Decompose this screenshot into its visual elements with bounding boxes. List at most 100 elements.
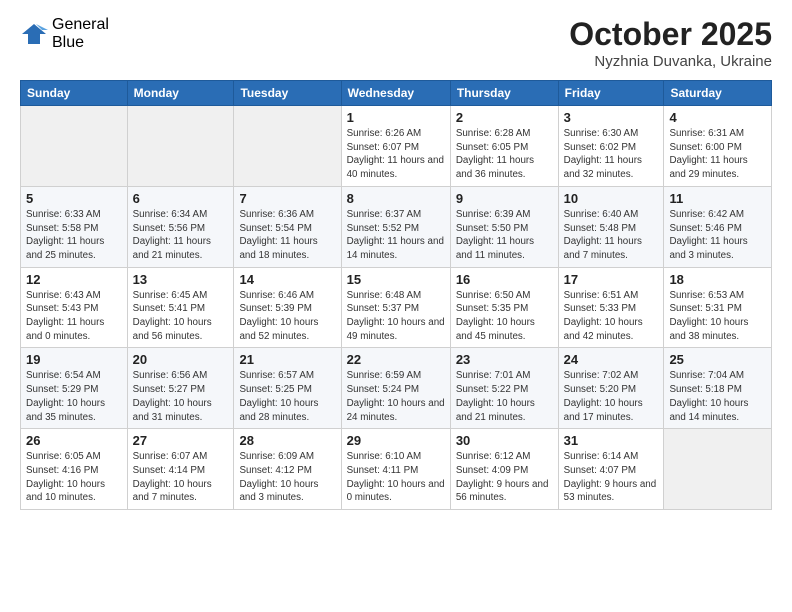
- cell-day-number: 22: [347, 352, 445, 367]
- cell-info: Sunrise: 6:30 AM Sunset: 6:02 PM Dayligh…: [564, 127, 659, 182]
- calendar-week-2: 5Sunrise: 6:33 AM Sunset: 5:58 PM Daylig…: [21, 186, 772, 267]
- table-row: 25Sunrise: 7:04 AM Sunset: 5:18 PM Dayli…: [664, 348, 772, 429]
- table-row: 27Sunrise: 6:07 AM Sunset: 4:14 PM Dayli…: [127, 429, 234, 510]
- cell-day-number: 16: [456, 272, 553, 287]
- cell-day-number: 9: [456, 191, 553, 206]
- calendar-header-row: Sunday Monday Tuesday Wednesday Thursday…: [21, 81, 772, 106]
- table-row: 14 Sunrise: 6:46 AM Sunset: 5:39 PM Dayli…: [234, 267, 341, 348]
- cell-info: Sunrise: 6:40 AM Sunset: 5:48 PM Dayligh…: [564, 208, 659, 263]
- title-area: October 2025 Nyzhnia Duvanka, Ukraine: [569, 16, 772, 70]
- table-row: 29Sunrise: 6:10 AM Sunset: 4:11 PM Dayli…: [341, 429, 450, 510]
- table-row: 15 Sunrise: 6:48 AM Sunset: 5:37 PM Dayli…: [341, 267, 450, 348]
- cell-day-number: 21: [239, 352, 335, 367]
- cell-info: Sunrise: 6:12 AM Sunset: 4:09 PM Dayligh…: [456, 450, 553, 505]
- table-row: 3 Sunrise: 6:30 AM Sunset: 6:02 PM Daylig…: [558, 106, 664, 187]
- cell-day-number: 2: [456, 110, 553, 125]
- table-row: 21 Sunrise: 6:57 AM Sunset: 5:25 PM Dayli…: [234, 348, 341, 429]
- logo-general: General: [52, 16, 109, 34]
- cell-info: Sunrise: 6:57 AM Sunset: 5:25 PM Dayligh…: [239, 369, 335, 424]
- cell-info: Sunrise: 6:10 AM Sunset: 4:11 PM Dayligh…: [347, 450, 445, 505]
- cell-day-number: 7: [239, 191, 335, 206]
- cell-day-number: 31: [564, 433, 659, 448]
- table-row: 11Sunrise: 6:42 AM Sunset: 5:46 PM Dayli…: [664, 186, 772, 267]
- cell-info: Sunrise: 6:50 AM Sunset: 5:35 PM Dayligh…: [456, 289, 553, 344]
- cell-day-number: 26: [26, 433, 122, 448]
- table-row: 31 Sunrise: 6:14 AM Sunset: 4:07 PM Dayli…: [558, 429, 664, 510]
- col-wednesday: Wednesday: [341, 81, 450, 106]
- table-row: 26Sunrise: 6:05 AM Sunset: 4:16 PM Dayli…: [21, 429, 128, 510]
- logo-blue: Blue: [52, 34, 109, 52]
- table-row: 9 Sunrise: 6:39 AM Sunset: 5:50 PM Daylig…: [450, 186, 558, 267]
- cell-day-number: 6: [133, 191, 229, 206]
- cell-info: Sunrise: 6:34 AM Sunset: 5:56 PM Dayligh…: [133, 208, 229, 263]
- table-row: 23 Sunrise: 7:01 AM Sunset: 5:22 PM Dayli…: [450, 348, 558, 429]
- table-row: 16 Sunrise: 6:50 AM Sunset: 5:35 PM Dayli…: [450, 267, 558, 348]
- table-row: 12 Sunrise: 6:43 AM Sunset: 5:43 PM Dayli…: [21, 267, 128, 348]
- table-row: 10Sunrise: 6:40 AM Sunset: 5:48 PM Dayli…: [558, 186, 664, 267]
- calendar-week-4: 19Sunrise: 6:54 AM Sunset: 5:29 PM Dayli…: [21, 348, 772, 429]
- cell-day-number: 12: [26, 272, 122, 287]
- cell-info: Sunrise: 6:39 AM Sunset: 5:50 PM Dayligh…: [456, 208, 553, 263]
- table-row: [127, 106, 234, 187]
- cell-info: Sunrise: 6:59 AM Sunset: 5:24 PM Dayligh…: [347, 369, 445, 424]
- col-friday: Friday: [558, 81, 664, 106]
- cell-day-number: 18: [669, 272, 766, 287]
- cell-day-number: 23: [456, 352, 553, 367]
- cell-info: Sunrise: 6:48 AM Sunset: 5:37 PM Dayligh…: [347, 289, 445, 344]
- cell-info: Sunrise: 7:02 AM Sunset: 5:20 PM Dayligh…: [564, 369, 659, 424]
- cell-info: Sunrise: 6:07 AM Sunset: 4:14 PM Dayligh…: [133, 450, 229, 505]
- cell-info: Sunrise: 6:28 AM Sunset: 6:05 PM Dayligh…: [456, 127, 553, 182]
- cell-day-number: 24: [564, 352, 659, 367]
- table-row: 6 Sunrise: 6:34 AM Sunset: 5:56 PM Daylig…: [127, 186, 234, 267]
- cell-info: Sunrise: 6:31 AM Sunset: 6:00 PM Dayligh…: [669, 127, 766, 182]
- cell-day-number: 13: [133, 272, 229, 287]
- table-row: 1Sunrise: 6:26 AM Sunset: 6:07 PM Daylig…: [341, 106, 450, 187]
- table-row: 4 Sunrise: 6:31 AM Sunset: 6:00 PM Daylig…: [664, 106, 772, 187]
- calendar-week-1: 1Sunrise: 6:26 AM Sunset: 6:07 PM Daylig…: [21, 106, 772, 187]
- table-row: 7Sunrise: 6:36 AM Sunset: 5:54 PM Daylig…: [234, 186, 341, 267]
- location: Nyzhnia Duvanka, Ukraine: [569, 53, 772, 70]
- calendar-week-5: 26Sunrise: 6:05 AM Sunset: 4:16 PM Dayli…: [21, 429, 772, 510]
- cell-info: Sunrise: 6:53 AM Sunset: 5:31 PM Dayligh…: [669, 289, 766, 344]
- cell-info: Sunrise: 6:37 AM Sunset: 5:52 PM Dayligh…: [347, 208, 445, 263]
- cell-day-number: 20: [133, 352, 229, 367]
- calendar-table: Sunday Monday Tuesday Wednesday Thursday…: [20, 80, 772, 510]
- table-row: 17Sunrise: 6:51 AM Sunset: 5:33 PM Dayli…: [558, 267, 664, 348]
- logo-text: General Blue: [52, 16, 109, 51]
- table-row: 22 Sunrise: 6:59 AM Sunset: 5:24 PM Dayli…: [341, 348, 450, 429]
- cell-day-number: 17: [564, 272, 659, 287]
- cell-info: Sunrise: 7:04 AM Sunset: 5:18 PM Dayligh…: [669, 369, 766, 424]
- cell-day-number: 14: [239, 272, 335, 287]
- cell-info: Sunrise: 6:26 AM Sunset: 6:07 PM Dayligh…: [347, 127, 445, 182]
- cell-day-number: 3: [564, 110, 659, 125]
- col-tuesday: Tuesday: [234, 81, 341, 106]
- col-saturday: Saturday: [664, 81, 772, 106]
- cell-day-number: 8: [347, 191, 445, 206]
- table-row: 20 Sunrise: 6:56 AM Sunset: 5:27 PM Dayli…: [127, 348, 234, 429]
- cell-info: Sunrise: 6:43 AM Sunset: 5:43 PM Dayligh…: [26, 289, 122, 344]
- header: General Blue October 2025 Nyzhnia Duvank…: [20, 16, 772, 70]
- cell-info: Sunrise: 6:46 AM Sunset: 5:39 PM Dayligh…: [239, 289, 335, 344]
- table-row: 2 Sunrise: 6:28 AM Sunset: 6:05 PM Daylig…: [450, 106, 558, 187]
- col-monday: Monday: [127, 81, 234, 106]
- table-row: 18 Sunrise: 6:53 AM Sunset: 5:31 PM Dayli…: [664, 267, 772, 348]
- cell-info: Sunrise: 6:45 AM Sunset: 5:41 PM Dayligh…: [133, 289, 229, 344]
- table-row: 30 Sunrise: 6:12 AM Sunset: 4:09 PM Dayli…: [450, 429, 558, 510]
- col-sunday: Sunday: [21, 81, 128, 106]
- col-thursday: Thursday: [450, 81, 558, 106]
- page: General Blue October 2025 Nyzhnia Duvank…: [0, 0, 792, 612]
- cell-day-number: 4: [669, 110, 766, 125]
- table-row: 24 Sunrise: 7:02 AM Sunset: 5:20 PM Dayli…: [558, 348, 664, 429]
- cell-day-number: 15: [347, 272, 445, 287]
- cell-info: Sunrise: 6:14 AM Sunset: 4:07 PM Dayligh…: [564, 450, 659, 505]
- table-row: 28Sunrise: 6:09 AM Sunset: 4:12 PM Dayli…: [234, 429, 341, 510]
- cell-info: Sunrise: 7:01 AM Sunset: 5:22 PM Dayligh…: [456, 369, 553, 424]
- cell-info: Sunrise: 6:56 AM Sunset: 5:27 PM Dayligh…: [133, 369, 229, 424]
- cell-day-number: 30: [456, 433, 553, 448]
- logo-icon: [20, 20, 48, 48]
- table-row: 5Sunrise: 6:33 AM Sunset: 5:58 PM Daylig…: [21, 186, 128, 267]
- cell-info: Sunrise: 6:42 AM Sunset: 5:46 PM Dayligh…: [669, 208, 766, 263]
- table-row: 19Sunrise: 6:54 AM Sunset: 5:29 PM Dayli…: [21, 348, 128, 429]
- cell-info: Sunrise: 6:33 AM Sunset: 5:58 PM Dayligh…: [26, 208, 122, 263]
- cell-day-number: 28: [239, 433, 335, 448]
